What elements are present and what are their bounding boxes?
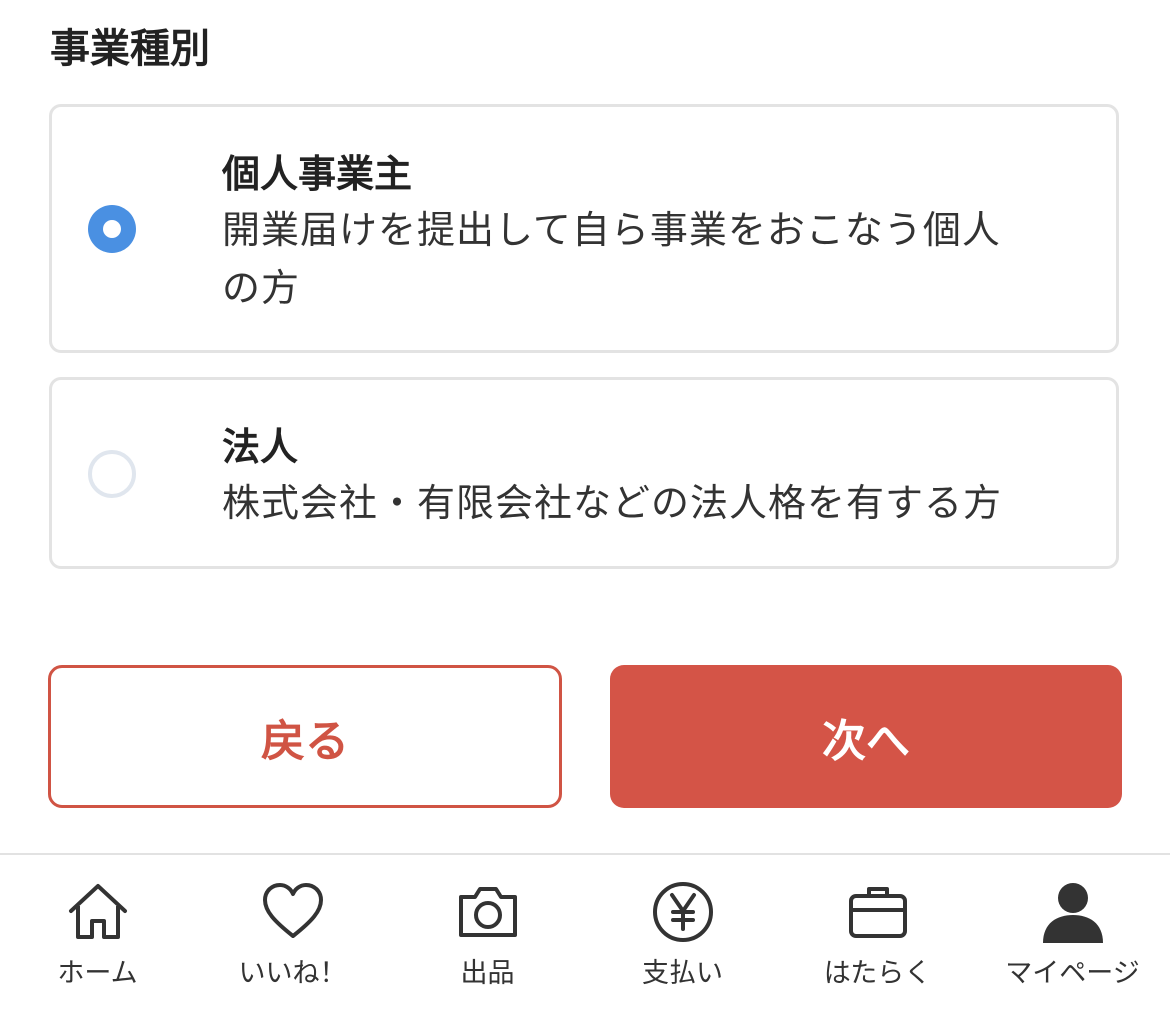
option-text: 個人事業主 開業届けを提出して自ら事業をおこなう個人 の方	[222, 147, 1068, 317]
radio-unselected-icon[interactable]	[88, 450, 136, 498]
tab-work[interactable]: はたらく	[780, 855, 975, 1036]
tab-sell[interactable]: 出品	[390, 855, 585, 1036]
tab-label: いいね！	[238, 958, 347, 989]
tab-label: 出品	[460, 958, 515, 989]
back-button[interactable]: 戻る	[48, 665, 562, 808]
option-sole-proprietor[interactable]: 個人事業主 開業届けを提出して自ら事業をおこなう個人 の方	[49, 104, 1119, 353]
tab-label: はたらく	[823, 958, 932, 989]
option-description: 株式会社・有限会社などの法人格を有する方	[222, 481, 1003, 525]
radio-selected-icon[interactable]	[88, 205, 136, 253]
tab-likes[interactable]: いいね！	[195, 855, 390, 1036]
briefcase-icon	[848, 887, 907, 938]
option-text: 法人 株式会社・有限会社などの法人格を有する方	[222, 420, 1068, 532]
heart-icon	[262, 883, 323, 938]
camera-icon	[458, 887, 517, 937]
tab-payment[interactable]: 支払い	[585, 855, 780, 1036]
bottom-tab-bar: ホーム いいね！ 出品 支払い はたらく マイページ	[0, 853, 1170, 1036]
person-icon	[1042, 883, 1103, 943]
tab-home[interactable]: ホーム	[0, 855, 195, 1036]
option-corporation[interactable]: 法人 株式会社・有限会社などの法人格を有する方	[49, 377, 1119, 569]
tab-mypage[interactable]: マイページ	[975, 855, 1170, 1036]
yen-icon	[652, 882, 713, 942]
option-description-line: 開業届けを提出して自ら事業をおこなう個人	[222, 208, 1001, 252]
section-title: 事業種別	[50, 26, 210, 72]
home-icon	[68, 884, 127, 939]
tab-label: ホーム	[57, 958, 138, 989]
option-description: 開業届けを提出して自ら事業をおこなう個人 の方	[222, 201, 1068, 317]
tab-label: 支払い	[642, 958, 723, 989]
tab-label: マイページ	[1005, 958, 1140, 989]
option-title: 法人	[222, 425, 299, 469]
option-description-line: の方	[222, 266, 301, 310]
option-title: 個人事業主	[222, 152, 413, 196]
next-button[interactable]: 次へ	[610, 665, 1122, 808]
